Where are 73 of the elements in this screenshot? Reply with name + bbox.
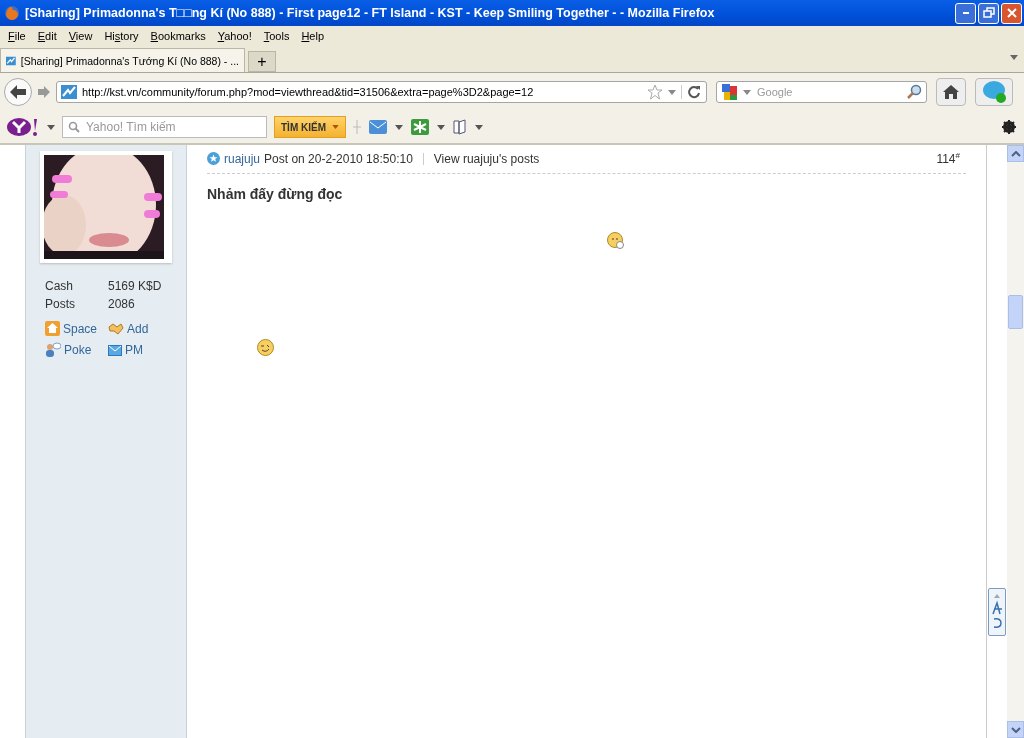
stat-value: 5169 K$D [108,279,163,293]
scroll-down-icon[interactable] [1010,726,1021,733]
menu-item[interactable]: Yahoo! [211,30,258,42]
yahoo-logo[interactable] [6,117,40,137]
minimize-icon [962,12,969,14]
stat-value: 2086 [108,297,136,311]
house-icon [45,321,60,336]
search-button[interactable]: TÌM KIẾM [274,116,346,138]
back-icon [9,84,27,100]
dropdown-icon[interactable] [668,89,676,95]
menu-item[interactable]: View [62,30,99,42]
post-number: 114$^{#}$ [936,151,960,166]
people-icon [45,342,61,358]
mail-icon[interactable] [368,118,388,136]
smiley-icon [257,339,274,356]
book-icon[interactable] [452,119,468,135]
cloud-phone-icon [981,80,1007,104]
menu-item[interactable]: Help [295,30,331,42]
back-to-top-button[interactable] [988,588,1006,636]
asterisk-icon[interactable] [410,118,430,136]
minimize-button[interactable] [955,2,976,24]
window-title: [Sharing] Primadonna's T□□ng Kí (No 888) - First page12 - FT Island - KST - Keep Smiling Together - - Mozilla Firefox [25,6,716,20]
home-icon [942,84,960,100]
close-icon [1005,7,1018,19]
dropdown-icon[interactable] [47,124,55,130]
star-icon[interactable] [647,84,663,100]
envelope-icon [108,344,122,356]
stat-label: Posts [45,297,76,311]
close-button[interactable] [1001,2,1022,24]
grip-icon [353,120,361,134]
dropdown-icon[interactable] [395,124,403,130]
skype-button[interactable] [975,78,1013,106]
dropdown-icon[interactable] [475,124,483,130]
caret-icon [332,125,339,129]
profile-link[interactable]: PM [108,342,143,358]
dropdown-icon[interactable] [743,89,751,95]
browser-tab[interactable]: [Sharing] Primadonna's Tướng Kí (No 888) - ... [0,48,245,72]
firefox-icon [4,5,20,21]
back-button[interactable] [4,78,32,106]
restore-icon [982,7,995,19]
star-badge-icon [207,152,220,165]
post-date: Post on 20-2-2010 18:50:10 [264,151,413,166]
menu-item[interactable]: Bookmarks [144,30,212,42]
menu-item[interactable]: Edit [31,30,63,42]
home-button[interactable] [936,78,966,106]
search-bar[interactable]: Yahoo! Tìm kiếm [62,116,267,138]
post-title: Nhảm đấy đừng đọc [207,186,344,202]
google-icon[interactable] [721,83,739,101]
new-tab-button[interactable]: + [248,51,276,72]
view-posts-link[interactable]: View ruajuju's posts [433,151,540,166]
smiley-icon [607,232,625,250]
scroll-thumb[interactable] [1008,295,1023,329]
scrollbar[interactable] [1007,145,1024,738]
scroll-up-icon[interactable] [1010,150,1021,157]
dropdown-icon[interactable] [1010,55,1018,60]
stat-label: Cash [45,279,74,293]
profile-link[interactable]: Space [45,321,98,336]
profile-link[interactable]: Add [108,321,149,336]
menu-item[interactable]: History [98,30,145,42]
settings-icon[interactable] [1002,120,1016,134]
search-icon[interactable] [906,84,922,100]
profile-link[interactable]: Poke [45,342,92,358]
search-icon [68,121,80,133]
dropdown-icon[interactable] [437,124,445,130]
author-link[interactable]: ruajuju [224,151,261,166]
address-bar[interactable]: http://kst.vn/community/forum.php?mod=viewthread&tid=31506&extra=page%3D2&page=12 [56,81,707,103]
menu-item[interactable]: File [2,30,32,42]
menu-item[interactable]: Tools [257,30,296,42]
site-icon [61,84,77,100]
forward-icon[interactable] [37,85,51,99]
restore-button[interactable] [978,2,999,24]
search-bar[interactable]: Google [716,81,927,103]
address-field[interactable]: http://kst.vn/community/forum.php?mod=viewthread&tid=31506&extra=page%3D2&page=12 [82,86,642,98]
